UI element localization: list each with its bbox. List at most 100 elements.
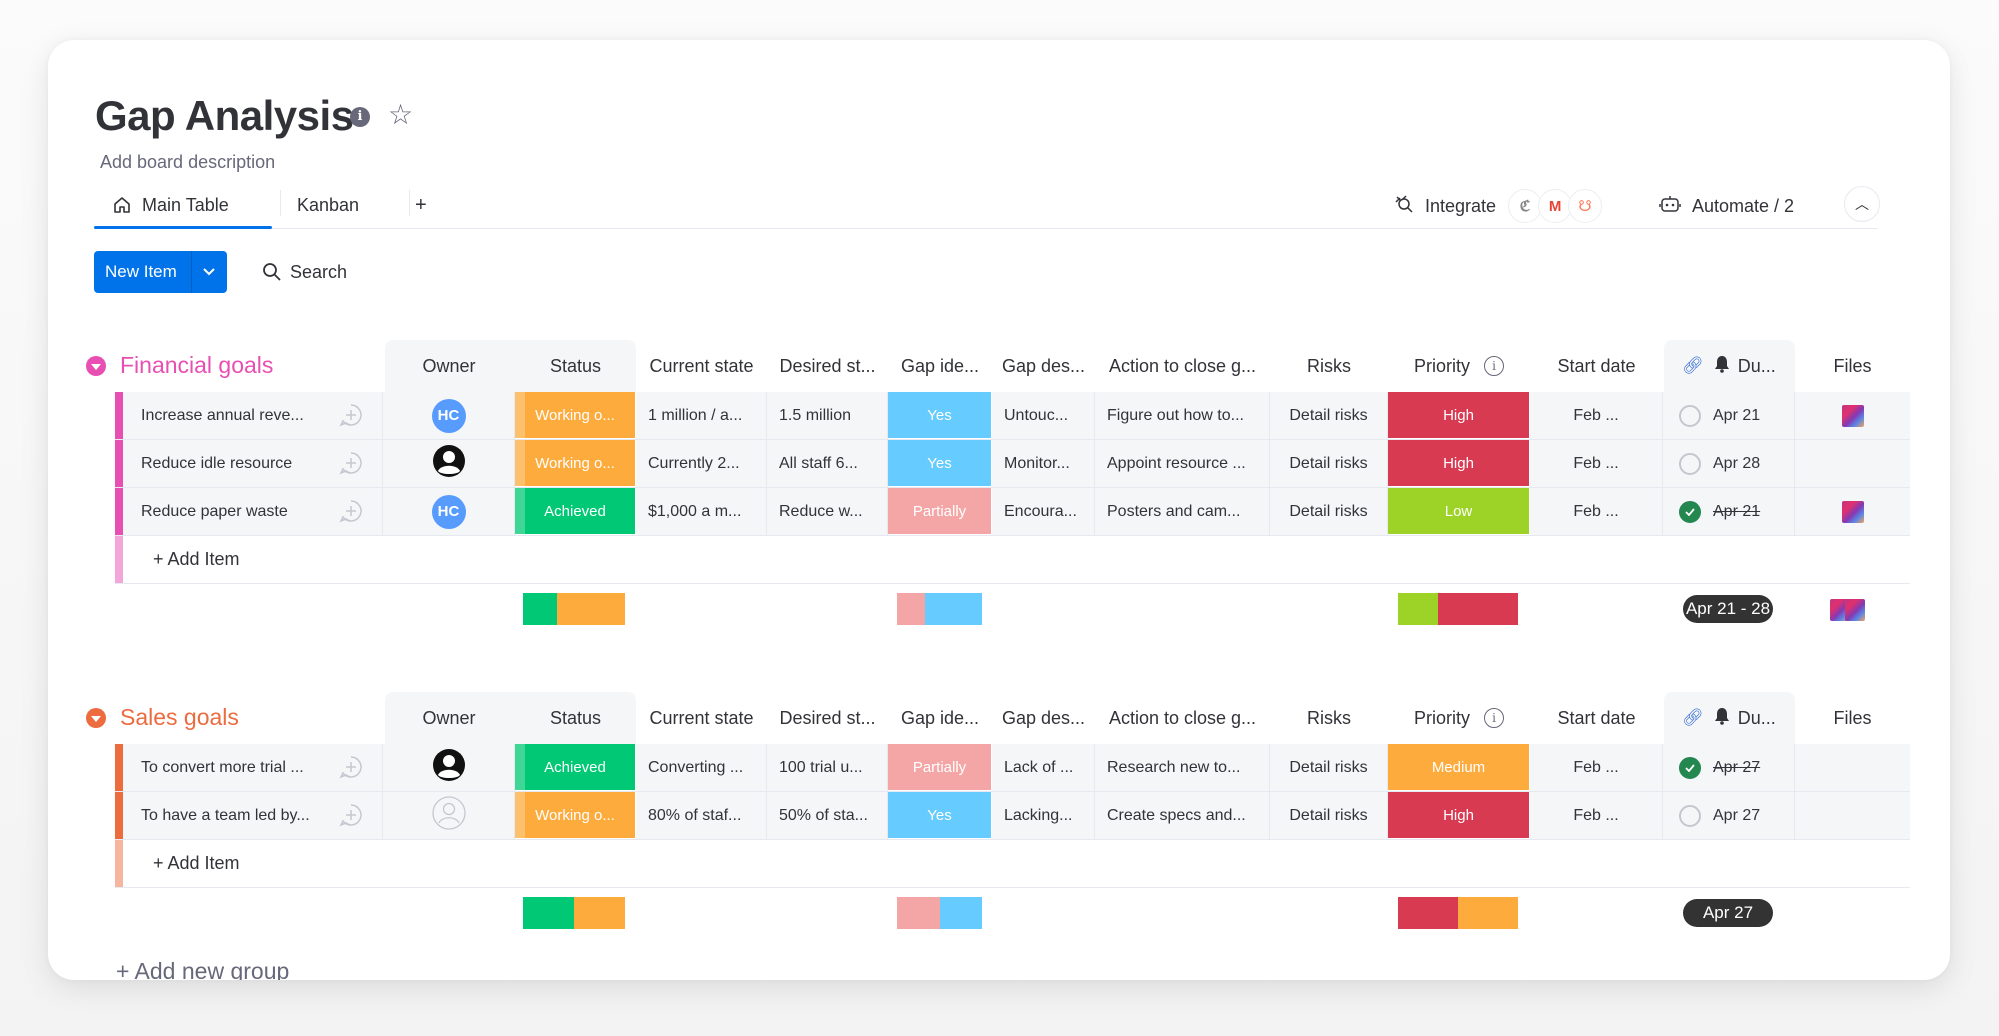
group-header[interactable]: Sales goals [86, 704, 239, 731]
automate-button[interactable]: Automate / 2 [1658, 188, 1794, 224]
column-header-action[interactable]: Action to close g... [1095, 692, 1270, 744]
due-date-cell[interactable]: Apr 27 [1663, 792, 1795, 839]
risks-cell[interactable]: Detail risks [1270, 440, 1388, 487]
due-date-range-pill[interactable]: Apr 27 [1683, 899, 1773, 927]
add-update-icon[interactable] [338, 754, 364, 780]
file-thumbnail[interactable] [1841, 500, 1864, 523]
column-header-files[interactable]: Files [1795, 692, 1910, 744]
avatar[interactable]: HC [431, 398, 466, 433]
column-header-priority[interactable]: Priority i [1388, 340, 1530, 392]
collapse-group-icon[interactable] [86, 355, 106, 376]
files-cell[interactable] [1795, 440, 1910, 487]
check-done-icon[interactable] [1679, 756, 1701, 779]
status-summary-bar[interactable] [523, 897, 625, 929]
owner-cell[interactable] [383, 440, 515, 487]
item-name-text[interactable]: To have a team led by... [141, 807, 310, 825]
risks-cell[interactable]: Detail risks [1270, 744, 1388, 791]
status-label[interactable]: Working o... [515, 392, 636, 439]
item-name-text[interactable]: Reduce idle resource [141, 455, 292, 473]
status-label[interactable]: Achieved [515, 488, 636, 535]
due-date-range-pill[interactable]: Apr 21 - 28 [1683, 595, 1773, 623]
add-item-button[interactable]: + Add Item [123, 536, 240, 583]
board-description[interactable]: Add board description [100, 152, 275, 173]
due-date-cell[interactable]: Apr 21 [1663, 392, 1795, 439]
gap-identified-label[interactable]: Partially [888, 744, 992, 791]
owner-cell[interactable] [383, 792, 515, 839]
status-summary-bar[interactable] [523, 593, 625, 625]
add-update-icon[interactable] [338, 402, 364, 428]
priority-label[interactable]: High [1388, 792, 1530, 839]
column-header-risks[interactable]: Risks [1270, 692, 1388, 744]
group-title[interactable]: Financial goals [120, 352, 273, 379]
column-header-current-state[interactable]: Current state [636, 692, 767, 744]
avatar[interactable] [432, 748, 466, 787]
files-cell[interactable] [1795, 792, 1910, 839]
column-header-start-date[interactable]: Start date [1530, 340, 1663, 392]
column-header-status[interactable]: Status [515, 340, 636, 392]
action-cell[interactable]: Create specs and... [1095, 792, 1270, 839]
star-icon[interactable]: ☆ [388, 100, 413, 130]
column-header-due[interactable]: 🔗︎ Du... [1663, 692, 1795, 744]
action-cell[interactable]: Figure out how to... [1095, 392, 1270, 439]
priority-summary-bar[interactable] [1398, 897, 1518, 929]
desired-state-cell[interactable]: Reduce w... [767, 488, 888, 535]
gap-identified-label[interactable]: Yes [888, 440, 992, 487]
check-circle-icon[interactable] [1679, 804, 1701, 827]
gap-identified-label[interactable]: Yes [888, 792, 992, 839]
current-state-cell[interactable]: $1,000 a m... [636, 488, 767, 535]
info-icon[interactable]: i [350, 107, 370, 127]
column-header-desired-state[interactable]: Desired st... [767, 692, 888, 744]
priority-label[interactable]: High [1388, 440, 1530, 487]
empty-avatar-icon[interactable] [431, 796, 466, 835]
priority-summary-bar[interactable] [1398, 593, 1518, 625]
avatar[interactable]: HC [431, 494, 466, 529]
add-new-group-button[interactable]: + Add new group [116, 958, 289, 980]
files-cell[interactable] [1795, 744, 1910, 791]
gap-description-cell[interactable]: Monitor... [992, 440, 1095, 487]
group-title[interactable]: Sales goals [120, 704, 239, 731]
gap-description-cell[interactable]: Lack of ... [992, 744, 1095, 791]
file-thumbnail[interactable] [1845, 599, 1865, 621]
priority-label[interactable]: High [1388, 392, 1530, 439]
files-cell[interactable] [1795, 392, 1910, 439]
collapse-header-button[interactable]: ︿ [1844, 186, 1880, 222]
file-thumbnail[interactable] [1841, 404, 1864, 427]
current-state-cell[interactable]: Currently 2... [636, 440, 767, 487]
gap-description-cell[interactable]: Encoura... [992, 488, 1095, 535]
collapse-group-icon[interactable] [86, 707, 106, 728]
column-header-gap-description[interactable]: Gap des... [992, 340, 1095, 392]
due-date-cell[interactable]: Apr 21 [1663, 488, 1795, 535]
start-date-cell[interactable]: Feb ... [1530, 792, 1663, 839]
priority-label[interactable]: Low [1388, 488, 1530, 535]
column-header-desired-state[interactable]: Desired st... [767, 340, 888, 392]
column-header-owner[interactable]: Owner [383, 340, 515, 392]
gap-identified-label[interactable]: Partially [888, 488, 992, 535]
gap-identified-label[interactable]: Yes [888, 392, 992, 439]
desired-state-cell[interactable]: 50% of sta... [767, 792, 888, 839]
column-header-gap-identified[interactable]: Gap ide... [888, 340, 992, 392]
add-update-icon[interactable] [338, 450, 364, 476]
due-date-cell[interactable]: Apr 28 [1663, 440, 1795, 487]
gap-description-cell[interactable]: Untouc... [992, 392, 1095, 439]
column-header-due[interactable]: 🔗︎ Du... [1663, 340, 1795, 392]
board-title[interactable]: Gap Analysis [95, 92, 354, 140]
start-date-cell[interactable]: Feb ... [1530, 440, 1663, 487]
item-name-text[interactable]: Reduce paper waste [141, 503, 288, 521]
action-cell[interactable]: Appoint resource ... [1095, 440, 1270, 487]
priority-label[interactable]: Medium [1388, 744, 1530, 791]
owner-cell[interactable] [383, 744, 515, 791]
column-header-start-date[interactable]: Start date [1530, 692, 1663, 744]
column-header-gap-identified[interactable]: Gap ide... [888, 692, 992, 744]
owner-cell[interactable]: HC [383, 488, 515, 535]
desired-state-cell[interactable]: 100 trial u... [767, 744, 888, 791]
tab-main-table[interactable]: Main Table [112, 190, 229, 220]
search-button[interactable]: Search [262, 258, 347, 286]
start-date-cell[interactable]: Feb ... [1530, 744, 1663, 791]
current-state-cell[interactable]: Converting ... [636, 744, 767, 791]
desired-state-cell[interactable]: All staff 6... [767, 440, 888, 487]
new-item-button[interactable]: New Item [94, 251, 191, 293]
add-item-button[interactable]: + Add Item [123, 840, 240, 887]
owner-cell[interactable]: HC [383, 392, 515, 439]
check-circle-icon[interactable] [1679, 452, 1701, 475]
action-cell[interactable]: Research new to... [1095, 744, 1270, 791]
